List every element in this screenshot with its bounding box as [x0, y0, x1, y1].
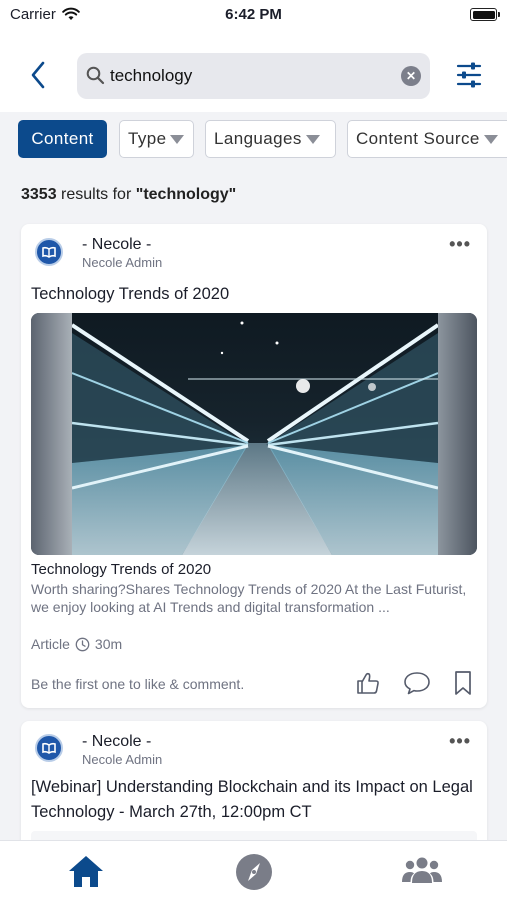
- back-button[interactable]: [26, 58, 50, 92]
- image-left-blur: [31, 313, 72, 555]
- comment-icon[interactable]: [403, 670, 431, 696]
- bookmark-icon[interactable]: [453, 670, 473, 696]
- content-type: Article: [31, 636, 70, 652]
- post-meta: Article 30m: [31, 636, 122, 652]
- clear-search-button[interactable]: ✕: [401, 66, 421, 86]
- clear-icon: ✕: [405, 69, 417, 83]
- clock-icon: [75, 637, 90, 651]
- search-icon: [86, 66, 105, 85]
- chevron-left-icon: [31, 61, 45, 89]
- compass-icon: [236, 854, 272, 890]
- escalator-photo: [72, 313, 438, 555]
- post-actions: [355, 670, 473, 696]
- status-bar: Carrier 6:42 PM: [0, 0, 507, 30]
- post-author[interactable]: - Necole -: [82, 733, 151, 751]
- caret-down-icon: [170, 134, 185, 144]
- engagement-text: Be the first one to like & comment.: [31, 676, 245, 692]
- post-title[interactable]: Technology Trends of 2020: [31, 282, 479, 307]
- link-title[interactable]: Technology Trends of 2020: [31, 561, 211, 578]
- post-role: Necole Admin: [82, 255, 163, 270]
- chip-label: Content: [31, 129, 94, 148]
- post-title[interactable]: [Webinar] Understanding Blockchain and i…: [31, 775, 479, 825]
- search-box[interactable]: ✕: [77, 53, 430, 99]
- clock: 6:42 PM: [225, 6, 282, 23]
- post-card[interactable]: - Necole - Necole Admin ••• Technology T…: [21, 224, 487, 708]
- more-options-button[interactable]: •••: [449, 234, 471, 255]
- chip-languages[interactable]: Languages: [205, 120, 336, 158]
- read-time: 30m: [94, 636, 123, 652]
- caret-down-icon: [483, 134, 498, 144]
- chip-label: Languages: [214, 129, 302, 148]
- group-icon: [402, 857, 442, 883]
- avatar[interactable]: [35, 238, 63, 266]
- book-icon: [42, 246, 56, 258]
- chip-label: Type: [128, 129, 167, 148]
- search-input[interactable]: [110, 63, 390, 89]
- tab-bar: [0, 840, 507, 900]
- battery-icon: [470, 8, 500, 21]
- results-count: 3353: [21, 186, 57, 203]
- results-summary: 3353 results for "technology": [21, 186, 236, 204]
- home-icon: [69, 856, 103, 887]
- search-header: ✕: [0, 30, 507, 112]
- filter-chips: Content Type Languages Content Source: [18, 118, 507, 160]
- image-right-blur: [438, 313, 477, 555]
- post-image[interactable]: [31, 313, 477, 555]
- tab-explore[interactable]: [235, 853, 273, 896]
- link-description: Worth sharing?Shares Technology Trends o…: [31, 581, 467, 615]
- caret-down-icon: [305, 134, 320, 144]
- chip-content-source[interactable]: Content Source: [347, 120, 507, 158]
- tab-home[interactable]: [66, 853, 106, 894]
- results-text: results for: [56, 186, 136, 203]
- avatar[interactable]: [35, 734, 63, 762]
- results-query: "technology": [135, 186, 237, 203]
- chip-type[interactable]: Type: [119, 120, 194, 158]
- tab-community[interactable]: [402, 855, 442, 890]
- like-icon[interactable]: [355, 670, 381, 696]
- chip-content[interactable]: Content: [18, 120, 107, 158]
- more-options-button[interactable]: •••: [449, 731, 471, 752]
- book-icon: [42, 742, 56, 754]
- post-author[interactable]: - Necole -: [82, 236, 151, 254]
- sliders-icon: [456, 62, 482, 88]
- post-role: Necole Admin: [82, 752, 163, 767]
- chip-label: Content Source: [356, 129, 480, 148]
- filter-settings-button[interactable]: [456, 60, 482, 95]
